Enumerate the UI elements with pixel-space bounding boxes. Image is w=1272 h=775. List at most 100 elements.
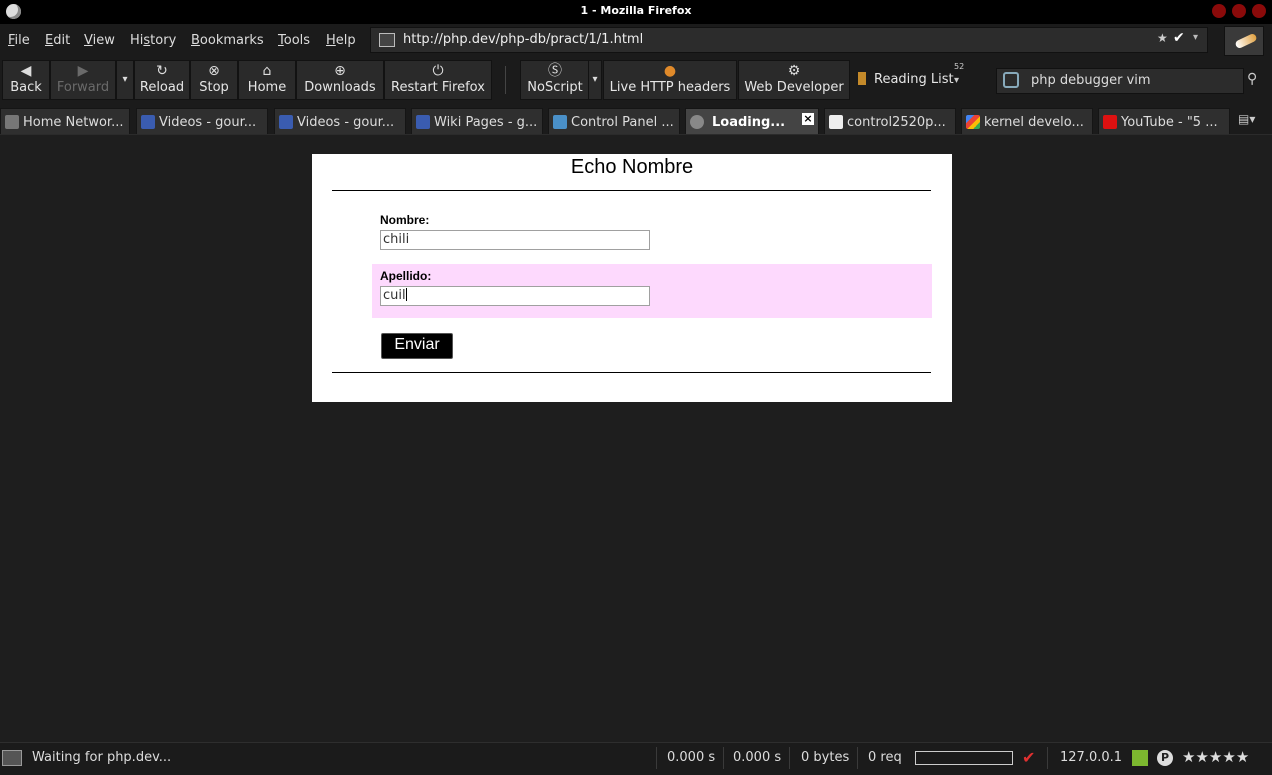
checkmark-icon[interactable]: ✔	[1173, 30, 1185, 46]
menu-view[interactable]: View	[84, 33, 115, 48]
nombre-label: Nombre:	[380, 213, 430, 227]
tab-control-panel[interactable]: Control Panel ...	[548, 108, 680, 134]
navigation-toolbar: ◀ Back ▶ Forward ▾ ↻ Reload ⊗ Stop ⌂ Hom…	[0, 58, 1272, 102]
window-title: 1 - Mozilla Firefox	[580, 4, 692, 17]
close-icon[interactable]	[1252, 4, 1266, 18]
menu-history[interactable]: History	[130, 33, 176, 48]
tab-kernel-develo[interactable]: kernel develo...	[961, 108, 1093, 134]
forward-button[interactable]: ▶ Forward	[50, 60, 116, 100]
divider	[332, 372, 931, 373]
live-http-icon: ●	[663, 63, 677, 79]
home-button[interactable]: ⌂ Home	[238, 60, 296, 100]
url-bar[interactable]: http://php.dev/php-db/pract/1/1.html ★ ✔…	[370, 27, 1208, 53]
ip-address: 127.0.0.1	[1060, 750, 1123, 765]
live-http-label: Live HTTP headers	[609, 80, 731, 95]
status-separator	[1047, 747, 1048, 769]
reload-button[interactable]: ↻ Reload	[134, 60, 190, 100]
status-message: Waiting for php.dev...	[32, 750, 172, 765]
tab-wiki-pages[interactable]: Wiki Pages - g...	[411, 108, 543, 134]
apellido-label: Apellido:	[380, 269, 432, 283]
noscript-button[interactable]: Ⓢ NoScript	[520, 60, 590, 100]
bookmark-star-icon[interactable]: ★	[1157, 31, 1168, 45]
close-tab-icon[interactable]: ×	[802, 113, 814, 125]
stop-label: Stop	[199, 80, 229, 95]
reload-label: Reload	[139, 80, 185, 95]
submit-button[interactable]: Enviar	[381, 333, 453, 359]
status-bar: Waiting for php.dev... 0.000 s 0.000 s 0…	[0, 742, 1272, 775]
tab-label: YouTube - "5 ...	[1121, 115, 1218, 130]
downloads-button[interactable]: ⊕ Downloads	[296, 60, 384, 100]
power-icon: ⏻	[432, 63, 444, 79]
reading-list-icon	[858, 72, 866, 85]
search-box[interactable]: php debugger vim	[996, 68, 1244, 94]
tab-label: Wiki Pages - g...	[434, 115, 538, 130]
menu-help[interactable]: Help	[326, 33, 356, 48]
tab-label: Videos - gour...	[159, 115, 257, 130]
tab-youtube[interactable]: YouTube - "5 ...	[1098, 108, 1230, 134]
tab-videos-1[interactable]: Videos - gour...	[136, 108, 268, 134]
tab-videos-2[interactable]: Videos - gour...	[274, 108, 406, 134]
url-text[interactable]: http://php.dev/php-db/pract/1/1.html	[403, 32, 643, 47]
text-cursor	[405, 288, 407, 301]
url-dropdown-icon[interactable]: ▾	[1193, 32, 1198, 43]
tab-list-icon[interactable]: ▤▾	[1238, 112, 1262, 128]
chevron-down-icon[interactable]: ▾	[954, 75, 959, 86]
noscript-dropdown-button[interactable]: ▾	[588, 60, 602, 100]
star-icon: ★	[1222, 748, 1236, 766]
menu-bookmarks[interactable]: Bookmarks	[191, 33, 264, 48]
web-developer-button[interactable]: ⚙ Web Developer	[738, 60, 850, 100]
status-separator	[723, 747, 724, 769]
rating-stars[interactable]: ★★★★★	[1182, 748, 1249, 766]
site-icon	[553, 115, 567, 129]
nombre-field[interactable]: chili	[380, 230, 650, 250]
status-separator	[857, 747, 858, 769]
page-icon	[829, 115, 843, 129]
load-time-2: 0.000 s	[733, 750, 782, 765]
home-icon: ⌂	[262, 63, 272, 79]
page-icon	[5, 115, 19, 129]
downloads-label: Downloads	[304, 80, 376, 95]
status-separator	[789, 747, 790, 769]
history-dropdown-button[interactable]: ▾	[116, 60, 134, 100]
tab-strip: Home Networ... Videos - gour... Videos -…	[0, 102, 1272, 135]
tab-label: kernel develo...	[984, 115, 1084, 130]
tab-label: Loading...	[712, 115, 786, 130]
apellido-field[interactable]: cuil	[380, 286, 650, 306]
noscript-icon: Ⓢ	[548, 63, 562, 79]
forward-arrow-icon: ▶	[77, 63, 89, 79]
search-engine-icon[interactable]	[1003, 72, 1019, 88]
tab-control2520p[interactable]: control2520p...	[824, 108, 956, 134]
download-icon: ⊕	[334, 63, 346, 79]
menu-edit[interactable]: Edit	[45, 33, 70, 48]
back-button[interactable]: ◀ Back	[2, 60, 50, 100]
status-icon	[2, 750, 22, 766]
star-icon: ★	[1182, 748, 1196, 766]
star-icon: ★	[1208, 748, 1223, 766]
reading-list-button[interactable]: Reading List	[874, 72, 954, 87]
chevron-down-icon: ▾	[592, 74, 598, 85]
restart-firefox-button[interactable]: ⏻ Restart Firefox	[384, 60, 492, 100]
noscript-label: NoScript	[527, 80, 583, 95]
star-icon: ★	[1195, 748, 1209, 766]
tab-label: Control Panel ...	[571, 115, 674, 130]
p-icon[interactable]: P	[1157, 750, 1173, 766]
check-icon[interactable]: ✔	[1022, 748, 1035, 767]
menu-file[interactable]: File	[8, 33, 30, 48]
minimize-icon[interactable]	[1212, 4, 1226, 18]
star-icon: ★	[1235, 748, 1250, 766]
addon-icon[interactable]	[1132, 750, 1148, 766]
stop-icon: ⊗	[208, 63, 220, 79]
maximize-icon[interactable]	[1232, 4, 1246, 18]
stop-button[interactable]: ⊗ Stop	[190, 60, 238, 100]
title-bar: 1 - Mozilla Firefox	[0, 0, 1272, 24]
youtube-icon	[1103, 115, 1117, 129]
search-input[interactable]: php debugger vim	[1031, 73, 1151, 88]
tab-home-network[interactable]: Home Networ...	[0, 108, 130, 134]
load-time-1: 0.000 s	[667, 750, 716, 765]
page-content: Echo Nombre Nombre: chili Apellido: cuil…	[312, 154, 952, 402]
search-icon[interactable]: ⚲	[1247, 71, 1263, 87]
divider	[332, 190, 931, 191]
live-http-headers-button[interactable]: ● Live HTTP headers	[603, 60, 737, 100]
tab-loading[interactable]: Loading... ×	[685, 108, 819, 134]
menu-tools[interactable]: Tools	[278, 33, 310, 48]
